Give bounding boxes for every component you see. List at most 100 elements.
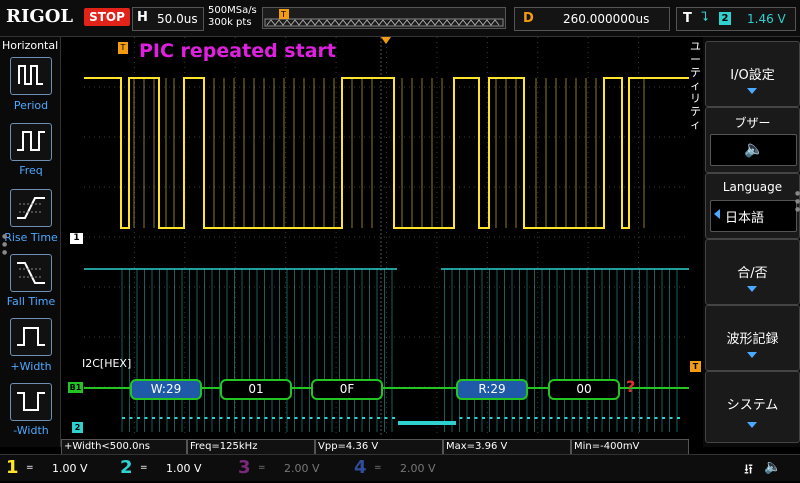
neg-width-button[interactable] <box>10 383 52 421</box>
buzzer-button[interactable]: ブザー 🔈 <box>705 107 800 173</box>
trigger-key: T <box>683 11 692 26</box>
measurement-vpp[interactable]: Vpp=4.36 V <box>315 439 443 455</box>
channel1-scale: 1.00 V <box>52 462 88 475</box>
waveform-record-label: 波形記録 <box>726 332 779 347</box>
trigger-position-icon: T <box>118 42 128 54</box>
trigger-point-marker <box>381 37 391 44</box>
period-label: Period <box>13 99 49 112</box>
horizontal-timebase[interactable]: H 50.0us <box>132 7 204 31</box>
fall-time-label: Fall Time <box>6 295 56 308</box>
delay-value: 260.000000us <box>563 12 650 26</box>
bus-label: I2C[HEX] <box>82 357 132 370</box>
timebase-value: 50.0us <box>157 12 198 26</box>
channel3-coupling: = <box>258 463 266 473</box>
rise-time-icon <box>17 197 45 219</box>
decode-packet-data[interactable]: 0F <box>311 379 383 400</box>
chevron-down-icon <box>747 352 757 358</box>
utility-menu: I/O設定 ブザー 🔈 Language 日本語 合/否 波形記録 システム <box>703 37 800 447</box>
bus-marker[interactable]: B1 <box>68 382 83 393</box>
measure-menu: Horizontal Period Freq Rise Time Fall Ti… <box>0 37 61 447</box>
status-bar: RIGOL STOP H 50.0us 500MSa/s 300k pts T … <box>0 0 800 37</box>
freq-button[interactable] <box>10 123 52 161</box>
measurement-min[interactable]: Min=-400mV <box>571 439 689 455</box>
measurement-max[interactable]: Max=3.96 V <box>443 439 571 455</box>
pass-fail-button[interactable]: 合/否 <box>705 239 800 305</box>
rise-time-button[interactable] <box>10 189 52 227</box>
delay-box[interactable]: D 260.000000us <box>514 7 670 31</box>
utility-menu-tab[interactable]: ユーティリティ <box>690 40 702 131</box>
system-button[interactable]: システム <box>705 371 800 443</box>
channel4-number: 4 <box>354 457 367 478</box>
channel4-status[interactable]: 4 = 2.00 V <box>354 457 454 479</box>
measurement-freq[interactable]: Freq=125kHz <box>187 439 315 455</box>
chevron-down-icon <box>747 422 757 428</box>
language-title: Language <box>722 180 783 194</box>
brand-logo: RIGOL <box>6 6 74 27</box>
neg-width-label: -Width <box>13 424 49 437</box>
channel3-scale: 2.00 V <box>284 462 320 475</box>
channel3-number: 3 <box>238 457 251 478</box>
speaker-icon: 🔈 <box>744 139 764 158</box>
channel2-scale: 1.00 V <box>166 462 202 475</box>
chevron-down-icon <box>747 88 757 94</box>
decode-packet-data[interactable]: 01 <box>220 379 292 400</box>
waveform-display[interactable]: PIC repeated start T I2C[HEX] W:29 01 0F… <box>82 37 689 437</box>
fall-time-icon <box>17 262 45 284</box>
pos-width-icon <box>17 327 45 346</box>
io-settings-button[interactable]: I/O設定 <box>705 41 800 107</box>
pass-fail-label: 合/否 <box>737 266 768 281</box>
decode-error-mark: ? <box>626 377 636 396</box>
period-button[interactable] <box>10 57 52 95</box>
reference-marker-1[interactable]: 1 <box>70 233 83 244</box>
pos-width-button[interactable] <box>10 318 52 356</box>
waveform-record-button[interactable]: 波形記録 <box>705 305 800 371</box>
decode-packet-address-read[interactable]: R:29 <box>456 379 528 400</box>
decode-packet-data[interactable]: 00 <box>548 379 620 400</box>
memory-depth: 300k pts <box>208 17 252 28</box>
trigger-level-marker[interactable]: T <box>690 361 701 372</box>
channel3-status[interactable]: 3 = 2.00 V <box>238 457 338 479</box>
system-label: システム <box>726 398 779 413</box>
neg-width-icon <box>17 392 45 411</box>
waveform-canvas <box>84 37 689 437</box>
run-stop-indicator[interactable]: STOP <box>84 8 130 26</box>
annotation-text[interactable]: PIC repeated start <box>139 40 336 62</box>
bus-idle-bar <box>398 421 456 425</box>
channel2-pulses <box>121 269 678 432</box>
pos-width-label: +Width <box>10 360 52 373</box>
buzzer-title: ブザー <box>734 116 771 130</box>
channel2-offset-marker[interactable]: 2 <box>72 422 83 433</box>
language-button[interactable]: Language 日本語 <box>705 173 800 239</box>
falling-edge-icon: ⮧ <box>701 10 709 25</box>
decode-packet-address-write[interactable]: W:29 <box>130 379 202 400</box>
period-icon <box>18 65 43 85</box>
rise-time-label: Rise Time <box>4 231 58 244</box>
trigger-box[interactable]: T ⮧ 2 1.46 V <box>676 7 796 31</box>
channel4-scale: 2.00 V <box>400 462 436 475</box>
acquisition-info: 500MSa/s 300k pts <box>208 5 257 29</box>
svg-text:T: T <box>280 10 286 19</box>
trigger-level: 1.46 V <box>747 12 786 26</box>
memory-position-bar[interactable]: T <box>262 7 506 29</box>
language-value: 日本語 <box>725 211 765 226</box>
channel-bar: 1 = 1.00 V 2 = 1.00 V 3 = 2.00 V 4 = 2.0… <box>0 454 800 481</box>
measurement-width[interactable]: +Width<500.0ns <box>61 439 187 455</box>
fall-time-button[interactable] <box>10 254 52 292</box>
freq-label: Freq <box>19 164 43 177</box>
horizontal-key: H <box>137 10 148 25</box>
usb-icon: ⭿ <box>744 462 754 478</box>
arrow-left-icon <box>714 209 720 219</box>
channel2-coupling: = <box>140 463 148 473</box>
delay-key: D <box>523 11 534 26</box>
channel1-coupling: = <box>26 463 34 473</box>
channel1-status[interactable]: 1 = 1.00 V <box>6 457 106 479</box>
channel2-number: 2 <box>120 457 133 478</box>
measure-category[interactable]: Horizontal <box>2 39 58 52</box>
channel1-number: 1 <box>6 457 19 478</box>
freq-icon <box>17 131 45 151</box>
menu-scroll-indicator: ● ● ● <box>795 190 800 213</box>
memory-waveform-overview: T <box>264 9 504 27</box>
sample-rate: 500MSa/s <box>208 5 257 16</box>
channel2-status[interactable]: 2 = 1.00 V <box>120 457 220 479</box>
speaker-mute-icon[interactable]: 🔈 <box>764 459 781 475</box>
